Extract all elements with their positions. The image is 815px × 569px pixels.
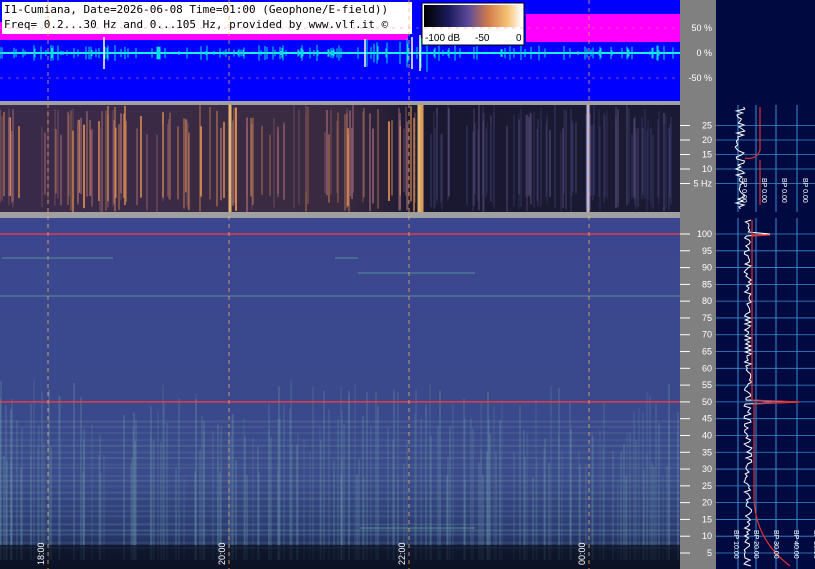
time-label: 22:00 [397,542,407,565]
full-freq-tick-label: 25 [702,481,712,491]
panel-separator-2 [0,212,680,218]
full-freq-tick-label: 30 [702,464,712,474]
full-freq-tick-label: 10 [702,531,712,541]
full-freq-tick-label: 70 [702,330,712,340]
low-freq-tick-label: 20 [702,135,712,145]
full-freq-tick-label: 85 [702,279,712,289]
full-freq-tick-label: 80 [702,296,712,306]
full-freq-tick-label: 55 [702,380,712,390]
low-freq-tick-label: 25 [702,121,712,131]
full-freq-tick-label: 15 [702,514,712,524]
header-line-1: I1-Cumiana, Date=2026-06-08 Time=01:00 (… [4,3,388,16]
full-freq-tick-label: 60 [702,363,712,373]
colorbar-max-label: 0 [516,33,522,44]
full-freq-tick-label: 45 [702,414,712,424]
header-line-2: Freq= 0.2...30 Hz and 0...105 Hz, provid… [4,18,388,31]
bp-label-bottom: BP 40.00 [792,530,799,559]
full-freq-tick-label: 75 [702,313,712,323]
amplitude-tick-label: 50 % [691,23,712,33]
colorbar: -100 dB -50 0 [421,2,525,46]
bp-label-top: BP 0.00 [760,178,767,203]
colorbar-min-label: -100 dB [425,33,460,44]
bp-label-top: BP 0.00 [740,178,747,203]
time-label: 00:00 [577,542,587,565]
colorbar-gradient [424,5,522,27]
bp-label-bottom: BP 10.00 [732,530,739,559]
full-freq-tick-label: 40 [702,430,712,440]
full-freq-tick-label: 50 [702,397,712,407]
low-freq-tick-label: 5 Hz [693,179,712,189]
bp-label-top: BP 0.00 [801,178,808,203]
spectrogram-low-freq-panel [0,105,680,218]
spectrogram-display: I1-Cumiana, Date=2026-06-08 Time=01:00 (… [0,0,815,569]
panel-separator-1 [0,101,680,105]
bp-label-top: BP 0.00 [780,178,787,203]
time-label: 20:00 [217,542,227,565]
full-freq-tick-label: 90 [702,263,712,273]
bp-label-bottom: BP 20.00 [752,530,759,559]
amplitude-tick-label: -50 % [688,73,712,83]
bp-label-bottom: BP 30.00 [772,530,779,559]
full-freq-tick-label: 35 [702,447,712,457]
full-freq-tick-label: 5 [707,548,712,558]
low-freq-tick-label: 15 [702,150,712,160]
low-freq-tick-label: 10 [702,164,712,174]
time-label: 18:00 [36,542,46,565]
full-freq-tick-label: 65 [702,347,712,357]
full-freq-tick-label: 95 [702,246,712,256]
full-freq-tick-label: 20 [702,498,712,508]
header-info-box: I1-Cumiana, Date=2026-06-08 Time=01:00 (… [2,2,412,34]
colorbar-mid-label: -50 [475,33,490,44]
amplitude-tick-label: 0 % [696,48,712,58]
spectrogram-full-panel [0,218,680,569]
full-freq-tick-label: 100 [697,229,712,239]
